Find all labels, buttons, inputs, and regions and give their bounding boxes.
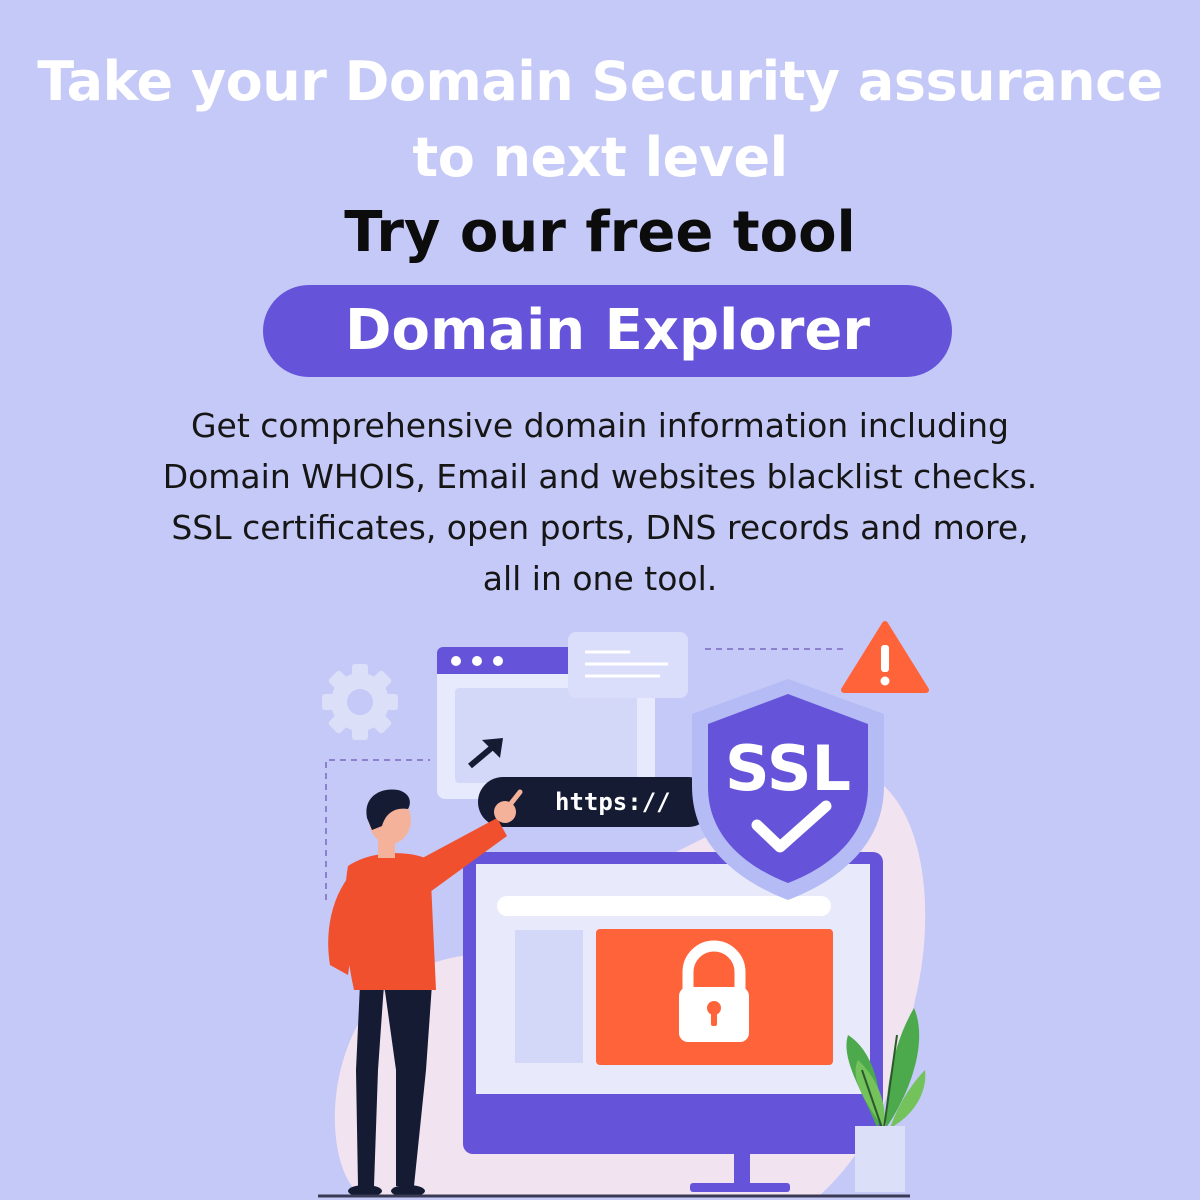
gear-icon	[322, 664, 398, 740]
warning-icon	[841, 621, 929, 693]
headline: Take your Domain Security assurance to n…	[0, 44, 1200, 196]
plant-pot	[855, 1126, 905, 1192]
description-line-2: Domain WHOIS, Email and websites blackli…	[162, 457, 1038, 496]
domain-explorer-button[interactable]: Domain Explorer	[263, 285, 952, 377]
window-dot-2	[472, 656, 482, 666]
url-bar-text: https://	[555, 788, 671, 816]
headline-line-1: Take your Domain Security assurance	[37, 50, 1163, 113]
ssl-shield-text: SSL	[725, 732, 851, 805]
description-line-1: Get comprehensive domain information inc…	[190, 406, 1009, 445]
info-card	[568, 632, 688, 698]
window-dot-1	[451, 656, 461, 666]
monitor	[463, 852, 883, 1192]
headline-line-2: to next level	[412, 126, 788, 189]
window-dot-3	[493, 656, 503, 666]
subheadline: Try our free tool	[344, 200, 856, 265]
description-line-4: all in one tool.	[482, 559, 718, 598]
security-illustration: https:// SSL	[318, 621, 929, 1198]
description: Get comprehensive domain information inc…	[100, 400, 1100, 604]
description-line-3: SSL certificates, open ports, DNS record…	[171, 508, 1029, 547]
